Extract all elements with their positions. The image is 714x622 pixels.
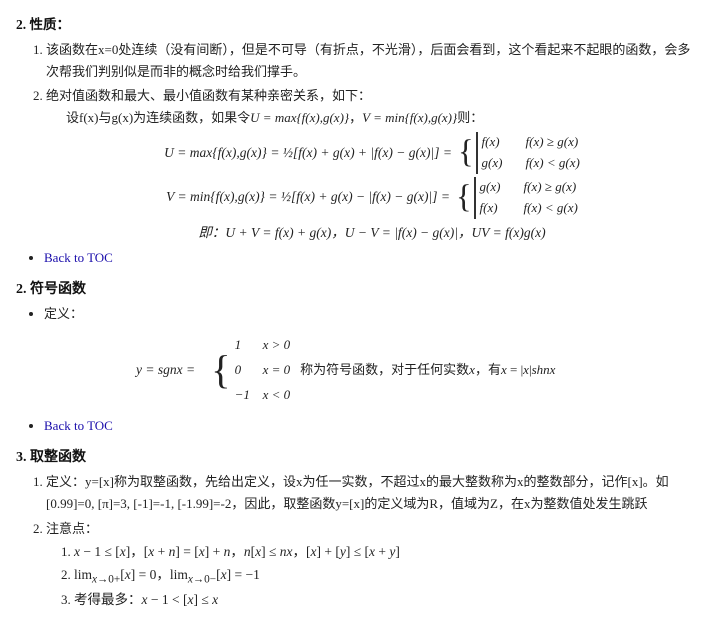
back-to-toc-link-2[interactable]: Back to TOC — [44, 418, 113, 433]
section-sign-heading: 2. 符号函数 — [16, 278, 698, 302]
section-floor-heading: 3. 取整函数 — [16, 446, 698, 470]
brace-left-u: { — [458, 139, 474, 167]
floor-note-2: limx→0+[x] = 0，limx→0−[x] = −1 — [74, 564, 698, 590]
floor-notes-list: x − 1 ≤ [x]，[x + n] = [x] + n，n[x] ≤ nx，… — [46, 541, 698, 613]
back-toc-2-list: Back to TOC — [16, 415, 698, 437]
back-to-toc-link-1[interactable]: Back to TOC — [44, 250, 113, 265]
floor-note-2-text: limx→0+[x] = 0，limx→0−[x] = −1 — [74, 567, 260, 582]
floor-list: 定义：y=[x]称为取整函数，先给出定义，设x为任一实数，不超过x的最大整数称为… — [16, 471, 698, 612]
sgn-note: 称为符号函数，对于任何实数x，有x = |x|shnx — [300, 359, 555, 381]
section-floor-function: 3. 取整函数 定义：y=[x]称为取整函数，先给出定义，设x为任一实数，不超过… — [16, 446, 698, 613]
back-toc-1-item: Back to TOC — [44, 247, 698, 269]
floor-item-1: 定义：y=[x]称为取整函数，先给出定义，设x为任一实数，不超过x的最大整数称为… — [46, 471, 698, 515]
brace-left-v: { — [456, 184, 472, 212]
section-2-properties: 2. 性质： 该函数在x=0处连续（没有间断），但是不可导（有折点，不光滑），后… — [16, 14, 698, 270]
piecewise-sgn: 1x > 0 0x = 0 −1x < 0 — [233, 333, 291, 407]
floor-note-1: x − 1 ≤ [x]，[x + n] = [x] + n，n[x] ≤ nx，… — [74, 541, 698, 564]
sign-def-list: 定义： — [16, 303, 698, 325]
section-2-title: 2. 性质： — [16, 14, 698, 37]
sign-def-label: 定义： — [44, 306, 83, 321]
section-sign-function: 2. 符号函数 定义： y = sgnx = { 1x > 0 0x = 0 −… — [16, 278, 698, 438]
piecewise-u: f(x)f(x) ≥ g(x) g(x)f(x) < g(x) — [476, 132, 580, 174]
property-2-intro: 绝对值函数和最大、最小值函数有某种亲密关系，如下： — [46, 85, 698, 107]
back-toc-1-list: Back to TOC — [16, 247, 698, 269]
formula-conclusion: 即：U + V = f(x) + g(x)，U − V = |f(x) − g(… — [46, 222, 698, 245]
property-2-setting: 设f(x)与g(x)为连续函数，如果令U = max{f(x),g(x)}，V … — [66, 107, 698, 129]
floor-note-3-text: 考得最多：x − 1 < [x] ≤ x — [74, 592, 218, 607]
brace-left-sgn: { — [211, 355, 230, 385]
floor-item-2-label: 注意点： — [46, 521, 98, 536]
sgnx-formula: y = sgnx = { 1x > 0 0x = 0 −1x < 0 称为符号函… — [16, 333, 698, 407]
sign-def-item: 定义： — [44, 303, 698, 325]
properties-list: 该函数在x=0处连续（没有间断），但是不可导（有折点，不光滑），后面会看到，这个… — [16, 39, 698, 245]
floor-note-1-text: x − 1 ≤ [x]，[x + n] = [x] + n，n[x] ≤ nx，… — [74, 544, 400, 559]
floor-item-2: 注意点： x − 1 ≤ [x]，[x + n] = [x] + n，n[x] … — [46, 518, 698, 613]
property-item-2: 绝对值函数和最大、最小值函数有某种亲密关系，如下： 设f(x)与g(x)为连续函… — [46, 85, 698, 244]
piecewise-v: g(x)f(x) ≥ g(x) f(x)f(x) < g(x) — [474, 177, 578, 219]
formula-v: V = min{f(x),g(x)} = ½[f(x) + g(x) − |f(… — [46, 177, 698, 219]
property-item-1: 该函数在x=0处连续（没有间断），但是不可导（有折点，不光滑），后面会看到，这个… — [46, 39, 698, 83]
back-toc-2-item: Back to TOC — [44, 415, 698, 437]
property-1-text: 该函数在x=0处连续（没有间断），但是不可导（有折点，不光滑），后面会看到，这个… — [46, 42, 690, 79]
floor-item-1-text: 定义：y=[x]称为取整函数，先给出定义，设x为任一实数，不超过x的最大整数称为… — [46, 474, 669, 511]
formula-u: U = max{f(x),g(x)} = ½[f(x) + g(x) + |f(… — [46, 132, 698, 174]
floor-note-3: 考得最多：x − 1 < [x] ≤ x — [74, 589, 698, 612]
